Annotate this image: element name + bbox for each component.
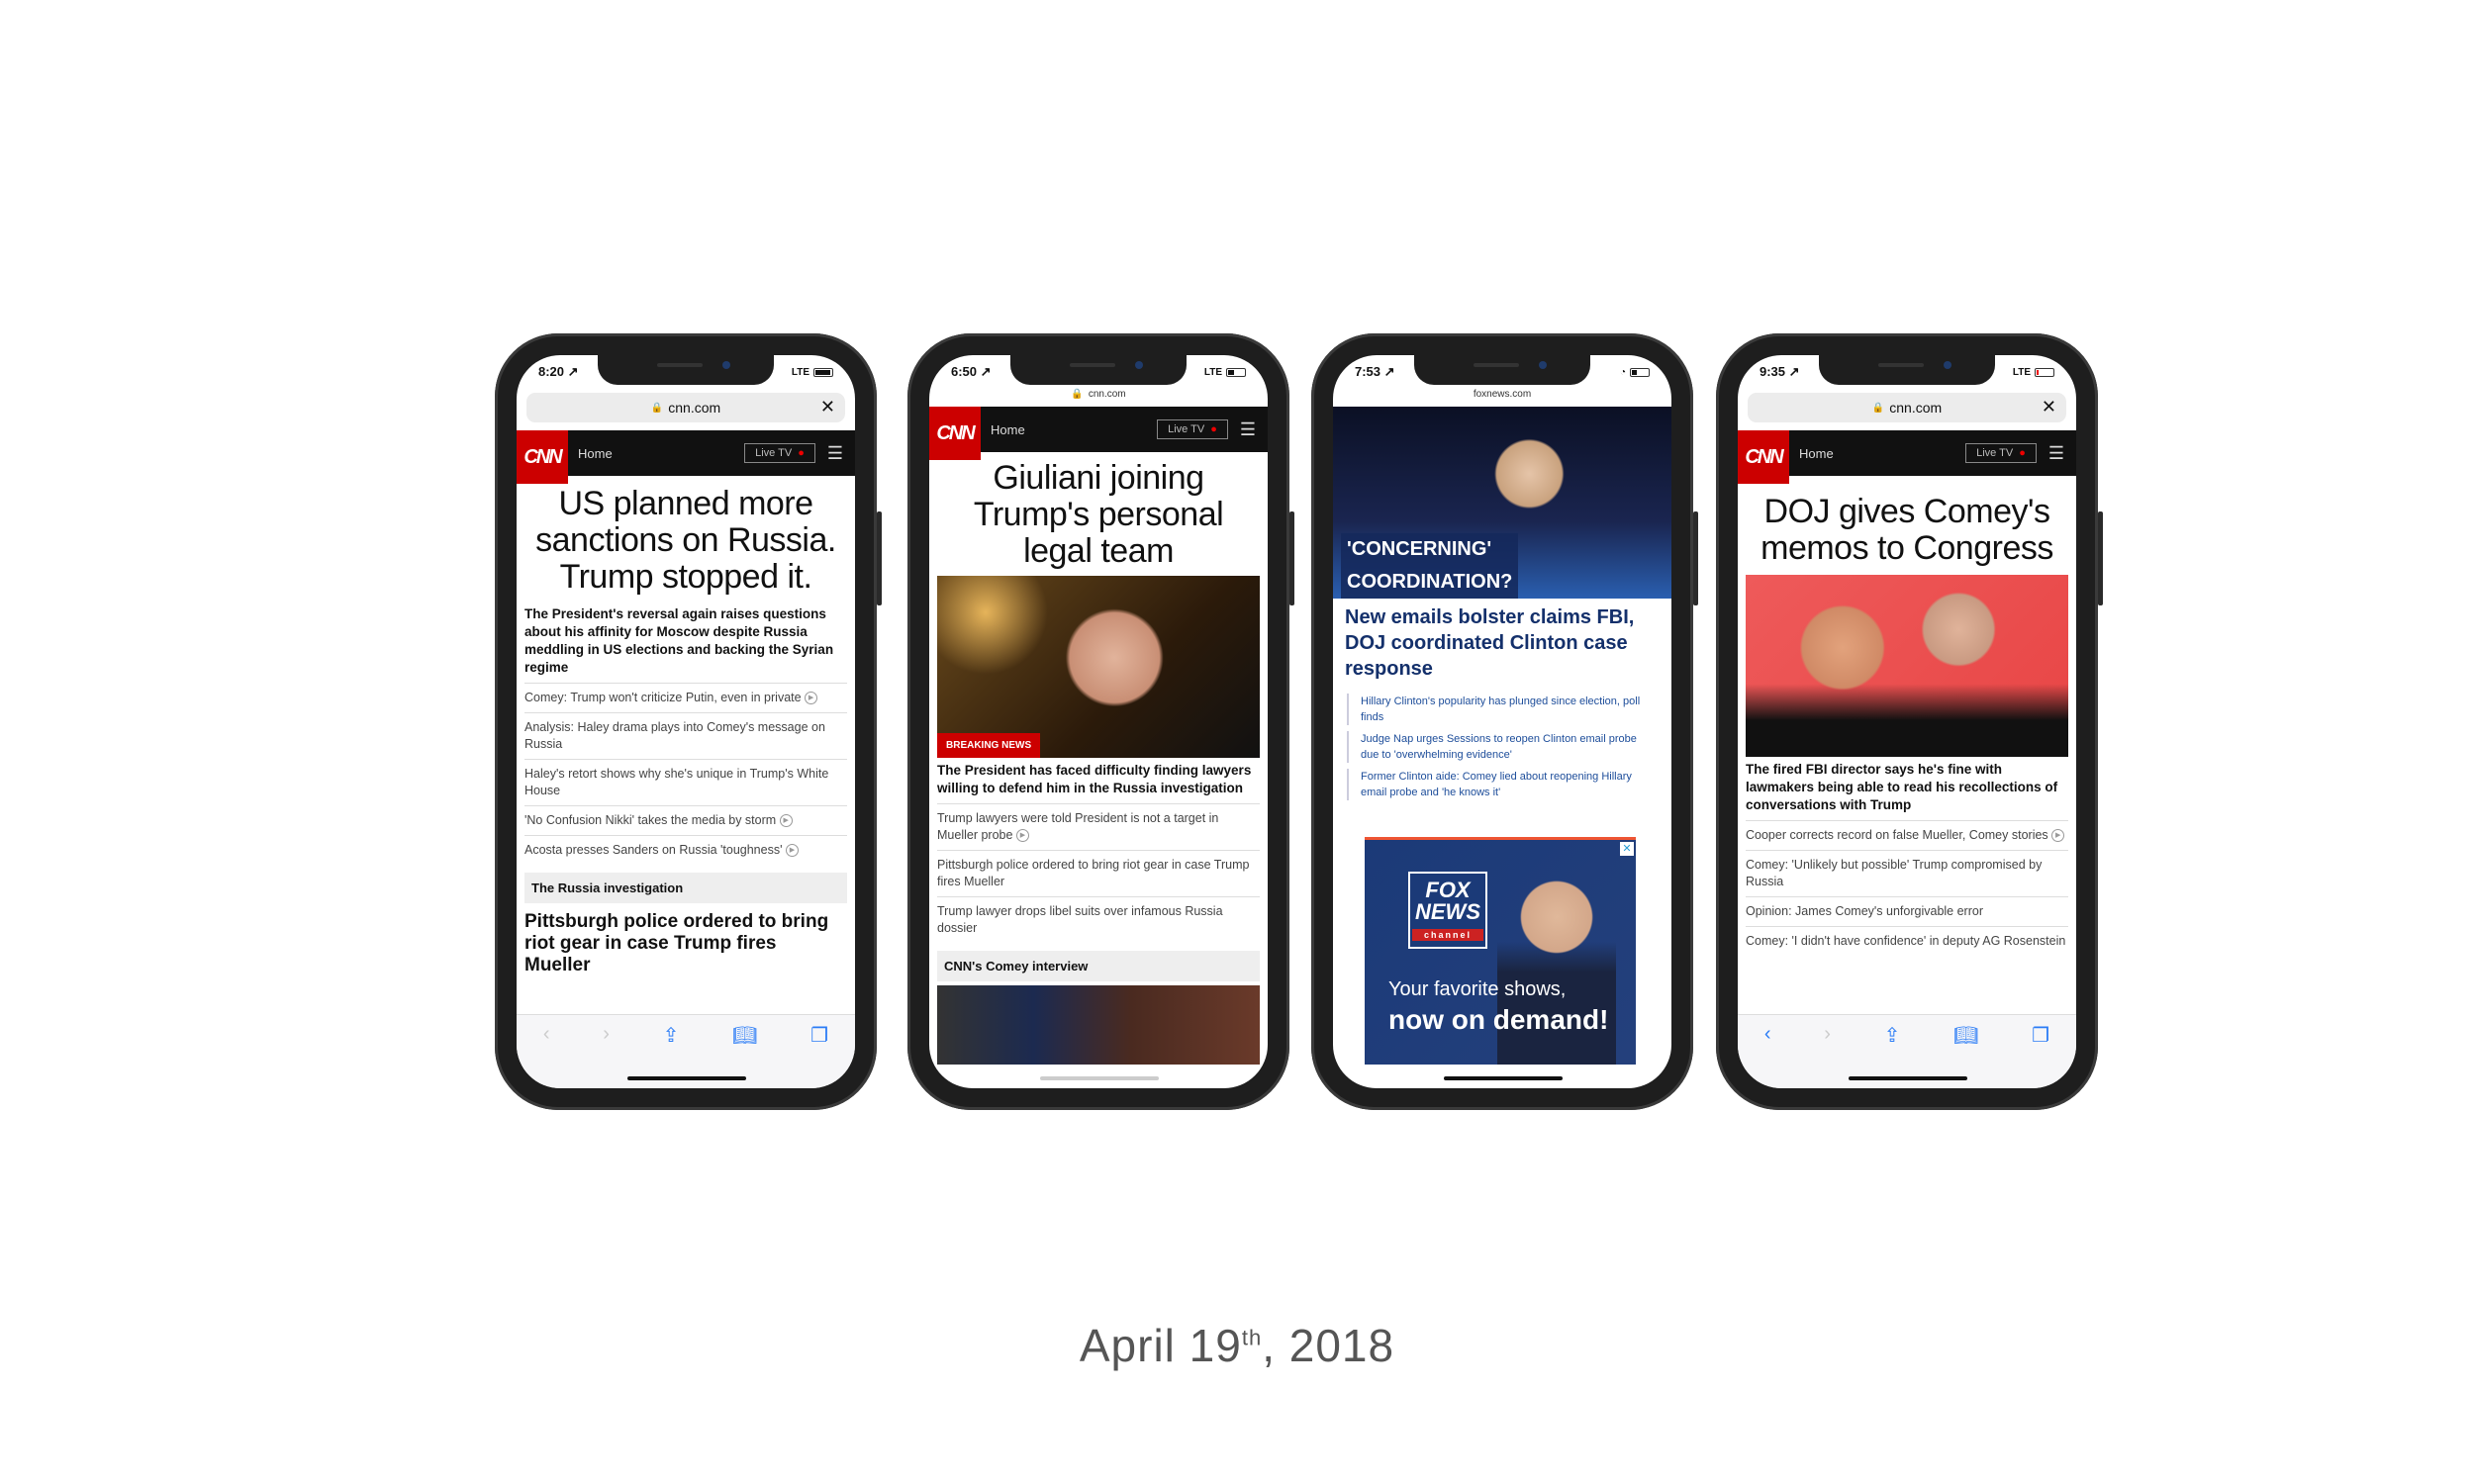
network-label: LTE: [791, 366, 809, 378]
cnn-logo[interactable]: CNN: [929, 407, 981, 460]
nav-home[interactable]: Home: [578, 446, 744, 461]
play-icon: ▶: [785, 844, 799, 858]
nav-home[interactable]: Home: [1799, 446, 1965, 461]
ad-text-bold: now on demand!: [1388, 1004, 1609, 1035]
tabs-icon[interactable]: ❐: [2032, 1023, 2049, 1088]
phone-cnn-1: 8:20 ↗ LTE 🔒 cnn.com ✕ CNN Home Live TV ● ☰ US …: [495, 333, 882, 1110]
live-tv-button[interactable]: Live TV ●: [744, 443, 815, 463]
battery-icon: [1630, 367, 1650, 377]
address-bar[interactable]: 🔒 cnn.com ✕: [526, 393, 845, 422]
list-item[interactable]: Acosta presses Sanders on Russia 'toughn…: [524, 835, 847, 865]
related-link[interactable]: Hillary Clinton's popularity has plunged…: [1347, 694, 1658, 725]
lock-icon: 🔒: [1871, 402, 1885, 414]
hamburger-menu-icon[interactable]: ☰: [1240, 419, 1256, 440]
network-label: LTE: [2012, 366, 2031, 378]
play-icon: ▶: [805, 692, 818, 705]
battery-icon: [2035, 367, 2054, 377]
address-bar[interactable]: foxnews.com: [1333, 389, 1671, 407]
list-item[interactable]: Haley's retort shows why she's unique in…: [524, 759, 847, 805]
phone-screen: 7:53 ↗ ◔ foxnews.com 'CONCERNING' COORDINA…: [1333, 355, 1671, 1088]
ad-close-icon[interactable]: ✕: [1620, 842, 1634, 856]
headline[interactable]: DOJ gives Comey's memos to Congress: [1738, 476, 2076, 575]
clock: 8:20 ↗: [538, 364, 579, 379]
clock: 6:50 ↗: [951, 364, 992, 379]
story-tag: 'CONCERNING' COORDINATION?: [1341, 533, 1519, 599]
battery-icon: [1226, 367, 1246, 377]
network-label: LTE: [1203, 366, 1222, 378]
cnn-logo[interactable]: CNN: [1738, 430, 1789, 484]
cnn-logo[interactable]: CNN: [517, 430, 568, 484]
phone-screen: 8:20 ↗ LTE 🔒 cnn.com ✕ CNN Home Live TV ● ☰ US …: [517, 355, 855, 1088]
list-item[interactable]: Comey: 'Unlikely but possible' Trump com…: [1746, 850, 2068, 896]
headline[interactable]: US planned more sanctions on Russia. Tru…: [517, 476, 855, 602]
headline[interactable]: Giuliani joining Trump's personal legal …: [929, 452, 1268, 576]
phone-cnn-2: 6:50 ↗ LTE 🔒 cnn.com CNN Home Live TV ● ☰ Giul…: [907, 333, 1294, 1110]
lock-icon: 🔒: [650, 402, 664, 414]
clock: 7:53 ↗: [1355, 364, 1395, 379]
forward-icon[interactable]: ›: [603, 1023, 610, 1088]
date-caption: April 19th, 2018: [1079, 1320, 1395, 1371]
list-item[interactable]: Comey: Trump won't criticize Putin, even…: [524, 683, 847, 712]
play-icon: ▶: [779, 814, 793, 828]
list-item[interactable]: Trump lawyer drops libel suits over infa…: [937, 896, 1260, 943]
phone-screen: 6:50 ↗ LTE 🔒 cnn.com CNN Home Live TV ● ☰ Giul…: [929, 355, 1268, 1088]
url-text: cnn.com: [668, 400, 721, 416]
close-icon[interactable]: ✕: [2042, 397, 2056, 417]
play-icon: ▶: [1015, 829, 1029, 843]
address-bar[interactable]: 🔒 cnn.com: [929, 389, 1268, 407]
home-indicator: [1040, 1076, 1159, 1080]
play-icon: ▶: [2051, 829, 2065, 843]
section-header: CNN's Comey interview: [937, 951, 1260, 981]
phone-fox: 7:53 ↗ ◔ foxnews.com 'CONCERNING' COORDINA…: [1311, 333, 1698, 1110]
close-icon[interactable]: ✕: [820, 397, 835, 417]
section-header: The Russia investigation: [524, 873, 847, 903]
list-item[interactable]: Pittsburgh police ordered to bring riot …: [937, 850, 1260, 896]
hamburger-menu-icon[interactable]: ☰: [827, 443, 843, 464]
related-link[interactable]: Former Clinton aide: Comey lied about re…: [1347, 769, 1658, 800]
address-bar[interactable]: 🔒 cnn.com ✕: [1748, 393, 2066, 422]
cnn-nav: CNN Home Live TV ● ☰: [517, 430, 855, 484]
headline[interactable]: New emails bolster claims FBI, DOJ coord…: [1333, 599, 1671, 688]
lock-icon: 🔒: [1071, 389, 1084, 400]
live-tv-button[interactable]: Live TV ●: [1157, 419, 1228, 439]
comey-interview-photo[interactable]: [937, 985, 1260, 1065]
nav-home[interactable]: Home: [991, 422, 1157, 437]
battery-icon: [813, 367, 833, 377]
ad-text: Your favorite shows,: [1388, 978, 1567, 1000]
list-item[interactable]: Trump lawyers were told President is not…: [937, 803, 1260, 850]
back-icon[interactable]: ‹: [543, 1023, 550, 1088]
cnn-nav: CNN Home Live TV ● ☰: [929, 407, 1268, 460]
home-indicator: [627, 1076, 746, 1080]
tabs-icon[interactable]: ❐: [810, 1023, 828, 1088]
home-indicator: [1444, 1076, 1563, 1080]
subheadline[interactable]: The President's reversal again raises qu…: [517, 602, 855, 683]
list-item[interactable]: Analysis: Haley drama plays into Comey's…: [524, 712, 847, 759]
phone-cnn-3: 9:35 ↗ LTE 🔒 cnn.com ✕ CNN Home Live TV ● ☰ DOJ…: [1716, 333, 2103, 1110]
fox-news-logo: FOX NEWS channel: [1408, 872, 1487, 949]
list-item[interactable]: Opinion: James Comey's unforgivable erro…: [1746, 896, 2068, 926]
back-icon[interactable]: ‹: [1764, 1023, 1771, 1088]
subheadline[interactable]: The President has faced difficulty findi…: [929, 758, 1268, 803]
giuliani-photo[interactable]: BREAKING NEWS: [937, 576, 1260, 758]
forward-icon[interactable]: ›: [1824, 1023, 1831, 1088]
clock: 9:35 ↗: [1760, 364, 1800, 379]
wifi-icon: ◔: [1619, 366, 1626, 378]
subheadline[interactable]: The fired FBI director says he's fine wi…: [1738, 757, 2076, 820]
trump-comey-photo[interactable]: [1746, 575, 2068, 757]
url-text: cnn.com: [1889, 400, 1943, 416]
home-indicator: [1849, 1076, 1967, 1080]
breaking-news-badge: BREAKING NEWS: [937, 733, 1041, 758]
cnn-nav: CNN Home Live TV ● ☰: [1738, 430, 2076, 484]
list-item[interactable]: 'No Confusion Nikki' takes the media by …: [524, 805, 847, 835]
section-headline[interactable]: Pittsburgh police ordered to bring riot …: [517, 907, 855, 980]
live-tv-button[interactable]: Live TV ●: [1965, 443, 2037, 463]
hamburger-menu-icon[interactable]: ☰: [2048, 443, 2064, 464]
related-link[interactable]: Judge Nap urges Sessions to reopen Clint…: [1347, 731, 1658, 763]
list-item[interactable]: Cooper corrects record on false Mueller,…: [1746, 820, 2068, 850]
fox-ad-banner[interactable]: ✕ FOX NEWS channel Your favorite shows, no…: [1365, 837, 1636, 1065]
phone-screen: 9:35 ↗ LTE 🔒 cnn.com ✕ CNN Home Live TV ● ☰ DOJ…: [1738, 355, 2076, 1088]
list-item[interactable]: Comey: 'I didn't have confidence' in dep…: [1746, 926, 2068, 956]
clinton-photo[interactable]: 'CONCERNING' COORDINATION?: [1333, 407, 1671, 599]
